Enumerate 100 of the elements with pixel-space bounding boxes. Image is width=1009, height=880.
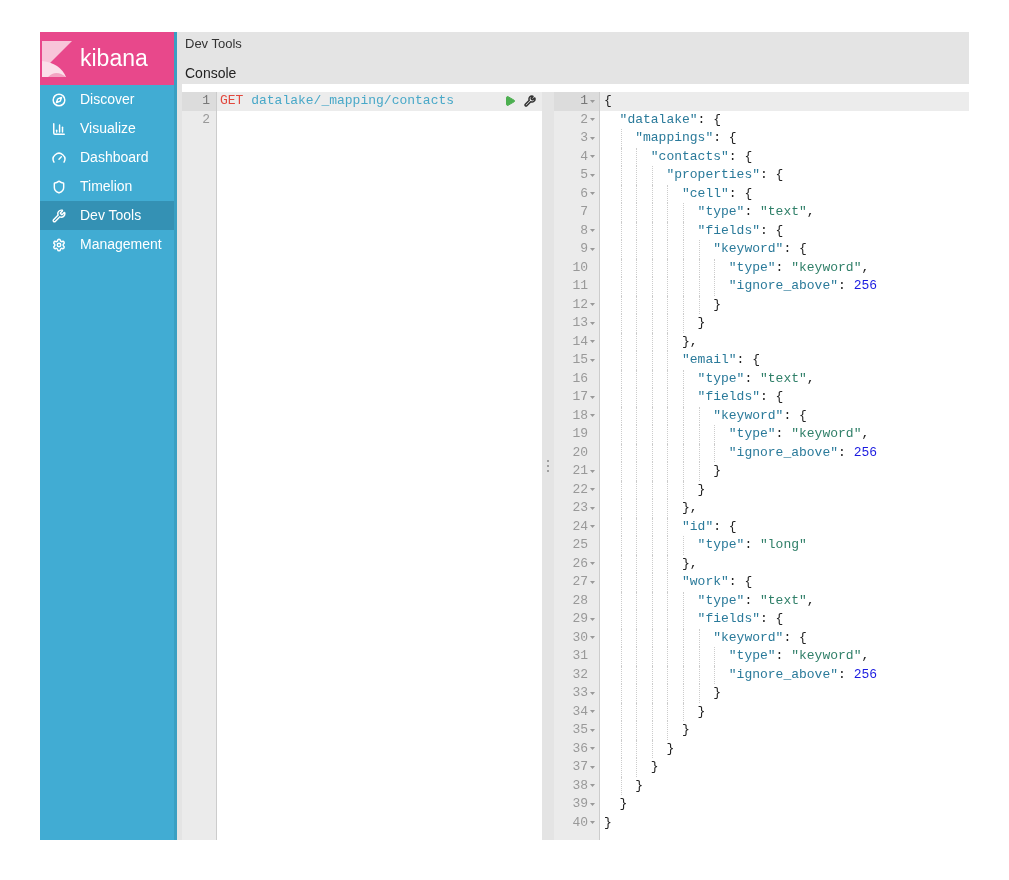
line-number: 13 xyxy=(572,314,588,332)
line-number: 12 xyxy=(572,295,588,314)
line-number: 36 xyxy=(572,739,588,758)
drag-handle-icon[interactable] xyxy=(547,460,549,472)
nav-item[interactable]: Visualize xyxy=(40,114,174,143)
fold-caret-icon[interactable] xyxy=(590,247,595,251)
fold-caret-icon[interactable] xyxy=(590,99,595,103)
run-icon[interactable] xyxy=(504,95,516,108)
code-line: "type": "text", xyxy=(697,592,815,608)
page-title: Dev Tools xyxy=(185,35,242,53)
fold-caret-icon[interactable] xyxy=(590,136,595,140)
code-line: "ignore_above": 256 xyxy=(728,278,878,293)
fold-caret-icon[interactable] xyxy=(590,488,595,492)
nav-item[interactable]: Dev Tools xyxy=(40,201,174,230)
line-number: 7 xyxy=(580,203,588,221)
line-number: 22 xyxy=(572,480,588,499)
line-number: 32 xyxy=(572,665,588,684)
fold-caret-icon[interactable] xyxy=(590,747,595,751)
code-line: }, xyxy=(682,555,698,571)
fold-caret-icon[interactable] xyxy=(590,229,595,233)
code-line: } xyxy=(697,315,706,330)
line-number: 14 xyxy=(572,332,588,351)
fold-caret-icon[interactable] xyxy=(590,617,595,621)
line-number: 8 xyxy=(580,221,588,240)
code-line: "fields": { xyxy=(697,611,784,626)
fold-caret-icon[interactable] xyxy=(590,358,595,362)
code-line: "type": "long" xyxy=(697,537,807,552)
fold-caret-icon[interactable] xyxy=(590,506,595,510)
fold-caret-icon[interactable] xyxy=(590,710,595,714)
fold-caret-icon[interactable] xyxy=(590,728,595,732)
line-number: 31 xyxy=(572,647,588,665)
line-number: 26 xyxy=(572,554,588,573)
fold-caret-icon[interactable] xyxy=(590,691,595,695)
settings-icon xyxy=(52,237,66,252)
fold-caret-icon[interactable] xyxy=(590,303,595,307)
fold-caret-icon[interactable] xyxy=(590,765,595,769)
code-line: } xyxy=(713,685,721,700)
code-line: "email": { xyxy=(682,352,760,367)
code-line: GET datalake/_mapping/contacts xyxy=(220,92,455,110)
nav-item[interactable]: Timelion xyxy=(40,172,174,201)
fold-caret-icon[interactable] xyxy=(590,821,595,825)
code-line: "id": { xyxy=(682,518,737,534)
code-line: } xyxy=(650,759,659,774)
line-number: 25 xyxy=(572,536,588,554)
code-line: "properties": { xyxy=(666,167,784,182)
code-line: "keyword": { xyxy=(713,241,807,256)
line-number: 40 xyxy=(572,813,588,832)
wrench-icon xyxy=(52,208,66,223)
line-number: 29 xyxy=(572,610,588,628)
line-number: 20 xyxy=(572,443,588,462)
line-number: 4 xyxy=(580,147,588,166)
request-editor[interactable]: 1 2 GET datalake/_mapping/contacts xyxy=(182,92,542,840)
code-line: "work": { xyxy=(682,574,753,589)
line-number: 21 xyxy=(572,462,588,480)
nav-item[interactable]: Dashboard xyxy=(40,143,174,172)
code-line: } xyxy=(682,722,690,737)
fold-caret-icon[interactable] xyxy=(590,395,595,399)
code-line: "fields": { xyxy=(697,222,784,238)
compass-icon xyxy=(52,92,66,107)
fold-caret-icon[interactable] xyxy=(590,784,595,788)
line-number: 1 xyxy=(202,93,210,108)
fold-caret-icon[interactable] xyxy=(590,802,595,806)
fold-caret-icon[interactable] xyxy=(590,580,595,584)
fold-caret-icon[interactable] xyxy=(590,562,595,566)
line-number: 35 xyxy=(572,721,588,739)
line-number: 2 xyxy=(580,110,588,129)
fold-caret-icon[interactable] xyxy=(590,321,595,325)
wrench-icon[interactable] xyxy=(524,95,536,108)
line-number: 34 xyxy=(572,702,588,721)
line-number: 37 xyxy=(572,758,588,776)
fold-caret-icon[interactable] xyxy=(590,173,595,177)
fold-caret-icon[interactable] xyxy=(590,636,595,640)
nav-item[interactable]: Management xyxy=(40,230,174,259)
fold-caret-icon[interactable] xyxy=(590,414,595,418)
line-number: 6 xyxy=(580,184,588,203)
code-line: "type": "text", xyxy=(697,204,815,219)
line-number: 10 xyxy=(572,258,588,277)
code-line: "mappings": { xyxy=(635,130,737,145)
line-number: 9 xyxy=(580,240,588,258)
nav-item[interactable]: Discover xyxy=(40,85,174,114)
line-number: 27 xyxy=(572,573,588,591)
fold-caret-icon[interactable] xyxy=(590,155,595,159)
fold-caret-icon[interactable] xyxy=(590,118,595,122)
line-number: 17 xyxy=(572,388,588,406)
fold-caret-icon[interactable] xyxy=(590,525,595,529)
code-line: "keyword": { xyxy=(713,407,807,423)
code-line: "fields": { xyxy=(697,389,784,404)
fold-caret-icon[interactable] xyxy=(590,469,595,473)
code-line: "contacts": { xyxy=(650,148,753,164)
line-number: 16 xyxy=(572,369,588,388)
line-number: 15 xyxy=(572,351,588,369)
code-line: }, xyxy=(682,333,698,349)
code-line: "ignore_above": 256 xyxy=(728,666,878,682)
code-line: } xyxy=(697,481,706,497)
fold-caret-icon[interactable] xyxy=(590,340,595,344)
fold-caret-icon[interactable] xyxy=(590,192,595,196)
line-number: 28 xyxy=(572,591,588,610)
line-number: 3 xyxy=(580,129,588,147)
code-line: } xyxy=(713,296,721,312)
line-number: 19 xyxy=(572,425,588,443)
